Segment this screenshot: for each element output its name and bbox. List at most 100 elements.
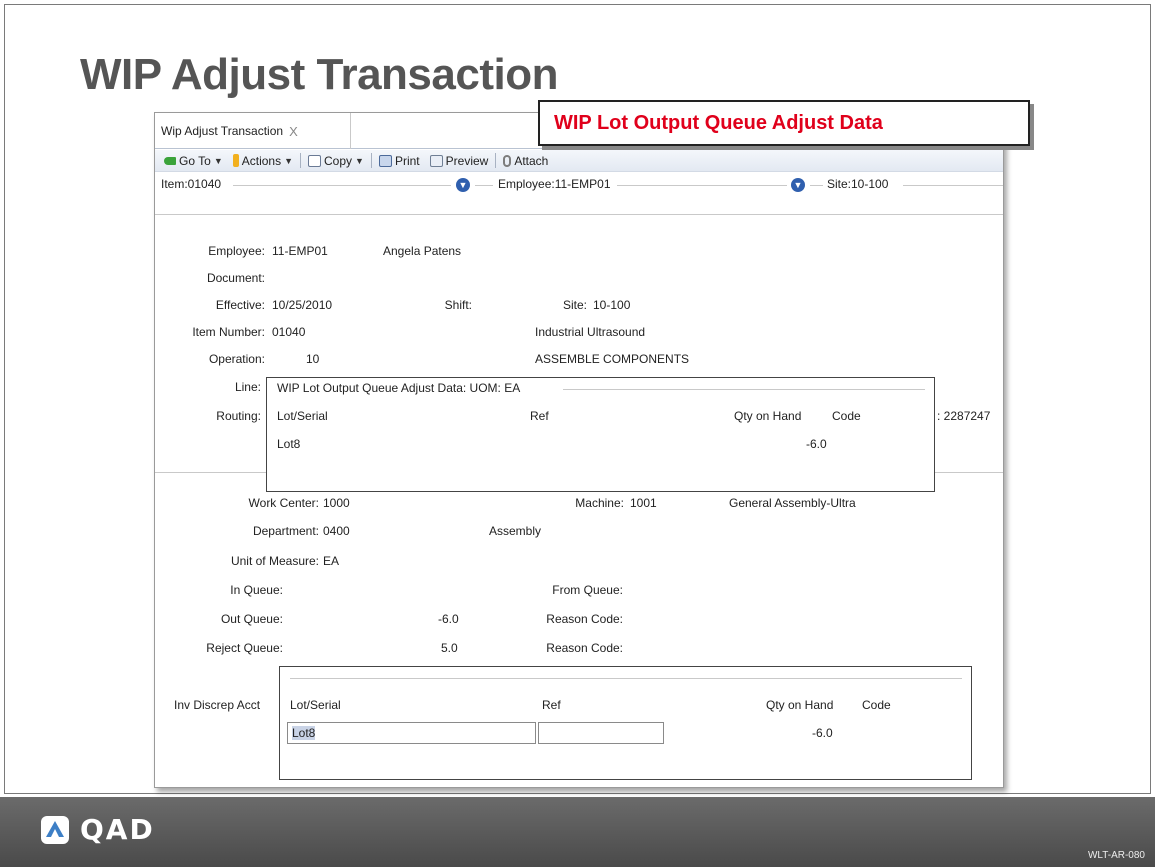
reject-queue-value: 5.0 bbox=[441, 641, 458, 655]
logo-text: QAD bbox=[80, 813, 155, 846]
department-description: Assembly bbox=[489, 524, 542, 538]
divider bbox=[475, 185, 493, 186]
copy-icon bbox=[308, 154, 322, 167]
toolbar-divider bbox=[495, 153, 497, 168]
preview-icon bbox=[429, 154, 443, 167]
paperclip-icon bbox=[503, 154, 512, 167]
department-label: Department: bbox=[252, 524, 319, 538]
header-item: Item:01040 bbox=[161, 177, 222, 191]
chevron-down-icon[interactable]: ▼ bbox=[456, 178, 470, 192]
uom-value: EA bbox=[323, 554, 340, 568]
row-qty: -6.0 bbox=[806, 437, 827, 451]
divider bbox=[903, 185, 1003, 186]
goto-arrow-icon bbox=[164, 156, 176, 165]
employee-value: 11-EMP01 bbox=[272, 244, 328, 258]
tab-label: Wip Adjust Transaction bbox=[161, 124, 284, 138]
callout-label: WIP Lot Output Queue Adjust Data bbox=[538, 100, 1030, 146]
row-lot: Lot8 bbox=[277, 437, 301, 451]
routing-label: Routing: bbox=[216, 409, 261, 423]
machine-label: Machine: bbox=[575, 496, 624, 510]
tab-wip-adjust[interactable]: Wip Adjust Transaction X bbox=[155, 113, 351, 149]
column-header-code: Code bbox=[832, 409, 861, 423]
from-queue-label: From Queue: bbox=[552, 583, 623, 597]
in-queue-label: In Queue: bbox=[230, 583, 283, 597]
chevron-down-icon[interactable]: ▼ bbox=[791, 178, 805, 192]
column-header-lot-serial: Lot/Serial bbox=[290, 698, 341, 712]
operation-label: Operation: bbox=[208, 352, 265, 366]
document-label: Document: bbox=[206, 271, 265, 285]
printer-icon bbox=[378, 154, 392, 167]
inv-discrep-acct-label: Inv Discrep Acct bbox=[174, 698, 261, 712]
divider bbox=[233, 185, 451, 186]
machine-description: General Assembly-Ultra bbox=[729, 496, 856, 510]
column-header-code: Code bbox=[862, 698, 891, 712]
operation-description: ASSEMBLE COMPONENTS bbox=[535, 352, 690, 366]
attach-button[interactable]: Attach bbox=[498, 154, 553, 168]
machine-value: 1001 bbox=[630, 496, 657, 510]
close-icon[interactable]: X bbox=[289, 124, 298, 139]
print-button[interactable]: Print bbox=[374, 154, 425, 168]
employee-name: Angela Patens bbox=[383, 244, 462, 258]
routing-value: : 2287247 bbox=[937, 409, 991, 423]
qad-logo-icon bbox=[41, 815, 69, 844]
effective-label: Effective: bbox=[215, 298, 265, 312]
preview-button[interactable]: Preview bbox=[425, 154, 494, 168]
goto-button[interactable]: Go To ▼ bbox=[159, 154, 228, 168]
divider bbox=[290, 678, 962, 679]
actions-button[interactable]: Actions ▼ bbox=[228, 154, 298, 168]
column-header-ref: Ref bbox=[530, 409, 549, 423]
lot-serial-input[interactable]: Lot8 bbox=[287, 722, 536, 744]
footer-bar: QAD WLT-AR-080 bbox=[0, 797, 1155, 867]
wip-lot-output-queue-panel: WIP Lot Output Queue Adjust Data: UOM: E… bbox=[266, 377, 935, 492]
panel-title: WIP Lot Output Queue Adjust Data: UOM: E… bbox=[277, 381, 521, 395]
reject-queue-label: Reject Queue: bbox=[206, 641, 283, 655]
effective-value: 10/25/2010 bbox=[272, 298, 333, 312]
shift-label: Shift: bbox=[444, 298, 472, 312]
uom-label: Unit of Measure: bbox=[230, 554, 319, 568]
attach-label: Attach bbox=[514, 153, 549, 168]
slide-id: WLT-AR-080 bbox=[1087, 850, 1145, 861]
app-window: Wip Adjust Transaction X Go To ▼ Actions… bbox=[154, 112, 1004, 788]
print-label: Print bbox=[394, 153, 420, 168]
reason-code-label: Reason Code: bbox=[546, 612, 623, 626]
lot-adjust-edit-panel: Lot/Serial Ref Qty on Hand Code Lot8 -6.… bbox=[279, 666, 972, 780]
department-value: 0400 bbox=[323, 524, 350, 538]
operation-value: 10 bbox=[306, 352, 320, 366]
site-value: 10-100 bbox=[593, 298, 631, 312]
column-header-lot-serial: Lot/Serial bbox=[277, 409, 328, 423]
chevron-down-icon: ▼ bbox=[213, 155, 223, 166]
reason-code-label: Reason Code: bbox=[546, 641, 623, 655]
ref-input[interactable] bbox=[538, 722, 664, 744]
column-header-qty-on-hand: Qty on Hand bbox=[766, 698, 834, 712]
toolbar: Go To ▼ Actions ▼ Copy ▼ Print Preview A… bbox=[155, 150, 1003, 172]
chevron-down-icon: ▼ bbox=[284, 155, 294, 166]
item-number-label: Item Number: bbox=[192, 325, 265, 339]
divider bbox=[563, 389, 925, 390]
goto-label: Go To bbox=[179, 153, 211, 168]
slide-title: WIP Adjust Transaction bbox=[80, 50, 558, 99]
copy-label: Copy bbox=[324, 153, 353, 168]
lightning-icon bbox=[232, 154, 239, 167]
toolbar-divider bbox=[370, 153, 372, 168]
copy-button[interactable]: Copy ▼ bbox=[303, 154, 369, 168]
lot-serial-value: Lot8 bbox=[292, 726, 316, 740]
item-description: Industrial Ultrasound bbox=[535, 325, 646, 339]
table-row[interactable]: Lot8 -6.0 bbox=[273, 434, 928, 456]
actions-label: Actions bbox=[241, 153, 282, 168]
row-qty: -6.0 bbox=[812, 726, 833, 740]
out-queue-label: Out Queue: bbox=[220, 612, 283, 626]
work-center-label: Work Center: bbox=[248, 496, 319, 510]
header-employee: Employee:11-EMP01 bbox=[498, 177, 611, 191]
item-number-value: 01040 bbox=[272, 325, 306, 339]
toolbar-divider bbox=[300, 153, 302, 168]
divider bbox=[617, 185, 787, 186]
preview-label: Preview bbox=[445, 153, 489, 168]
chevron-down-icon: ▼ bbox=[355, 155, 364, 166]
header-summary: Item:01040 ▼ Employee:11-EMP01 ▼ Site:10… bbox=[155, 173, 1003, 197]
site-label: Site: bbox=[562, 298, 587, 312]
divider bbox=[810, 185, 823, 186]
work-center-value: 1000 bbox=[323, 496, 350, 510]
line-label: Line: bbox=[234, 380, 261, 394]
qad-logo: QAD bbox=[40, 813, 155, 846]
column-header-qty-on-hand: Qty on Hand bbox=[734, 409, 802, 423]
